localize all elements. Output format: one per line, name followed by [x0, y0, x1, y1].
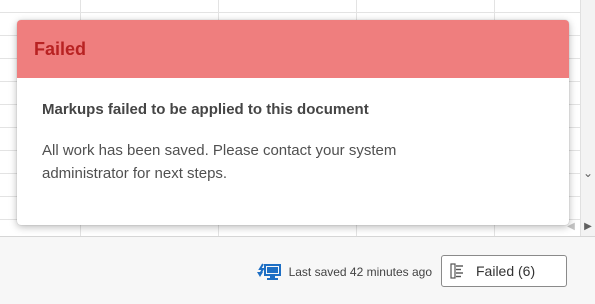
last-saved-text: Last saved 42 minutes ago	[288, 265, 432, 279]
vertical-scrollbar[interactable]	[580, 0, 595, 236]
notification-heading: Markups failed to be applied to this doc…	[42, 101, 369, 118]
save-status: Last saved 42 minutes ago	[256, 262, 432, 282]
failed-markups-button[interactable]: Failed (6)	[441, 255, 567, 287]
scroll-right-icon[interactable]: ▶	[582, 220, 594, 234]
sync-icon	[256, 263, 281, 281]
scroll-down-icon[interactable]: ⌄	[581, 165, 595, 181]
notification-title: Failed	[34, 38, 87, 59]
document-list-icon	[450, 263, 464, 279]
failed-button-label: Failed (6)	[476, 263, 536, 279]
notification-header: Failed	[17, 20, 569, 78]
failure-notification: Failed Markups failed to be applied to t…	[17, 20, 569, 225]
notification-message: All work has been saved. Please contact …	[42, 142, 397, 182]
notification-body: Markups failed to be applied to this doc…	[17, 78, 569, 185]
status-bar: Last saved 42 minutes ago Failed (6)	[0, 236, 595, 304]
